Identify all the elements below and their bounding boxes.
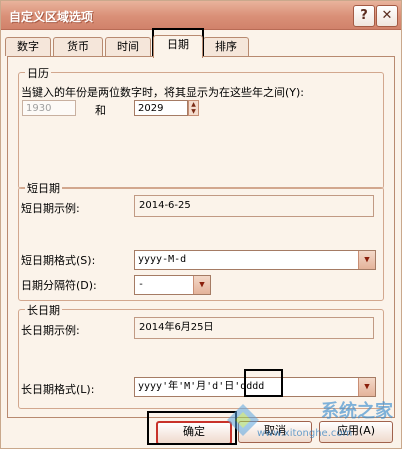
date-separator-select[interactable]: - ▼ [134,275,211,295]
regional-options-dialog: 自定义区域选项 ? ✕ 数字 货币 时间 日期 排序 日历 当键入的年份是两位数… [0,0,402,449]
tab-strip: 数字 货币 时间 日期 排序 [5,35,397,58]
long-date-format-label: 长日期格式(L): [21,383,95,396]
year-spinner[interactable]: ▲ ▼ [188,100,199,116]
watermark-brand: 系统之家 [321,401,393,422]
long-date-format-select[interactable]: yyyy'年'M'月'd'日'dddd ▼ [134,377,376,397]
help-icon[interactable]: ? [353,5,375,27]
title-bar: 自定义区域选项 ? ✕ [1,1,401,30]
short-date-group: 短日期 短日期示例: 2014-6-25 短日期格式(S): yyyy-M-d … [18,180,384,301]
long-date-sample-value: 2014年6月25日 [134,317,374,339]
and-label: 和 [95,104,106,117]
two-digit-year-label: 当键入的年份是两位数字时，将其显示为在这些年之间(Y): [21,86,305,99]
short-date-sample-label: 短日期示例: [21,202,80,215]
ok-button[interactable]: 确定 [156,421,232,445]
spin-down-icon[interactable]: ▼ [189,108,198,115]
long-date-format-value: yyyy'年'M'月'd'日'dddd [138,381,265,392]
tab-number[interactable]: 数字 [5,37,51,56]
tab-sort[interactable]: 排序 [203,37,249,56]
long-date-sample-label: 长日期示例: [21,324,80,337]
spin-up-icon[interactable]: ▲ [189,101,198,108]
window-title: 自定义区域选项 [9,10,94,24]
short-date-format-select[interactable]: yyyy-M-d ▼ [134,250,376,270]
date-tab-panel: 日历 当键入的年份是两位数字时，将其显示为在这些年之间(Y): 1930 和 2… [7,56,395,418]
long-date-group: 长日期 长日期示例: 2014年6月25日 长日期格式(L): yyyy'年'M… [18,302,384,409]
to-year-field[interactable]: 2029 [134,100,188,116]
chevron-down-icon[interactable]: ▼ [358,251,375,269]
tab-date[interactable]: 日期 [153,35,203,58]
calendar-legend: 日历 [25,65,51,81]
date-separator-value: - [138,279,145,290]
tab-currency[interactable]: 货币 [53,37,103,56]
chevron-down-icon[interactable]: ▼ [358,378,375,396]
chevron-down-icon[interactable]: ▼ [193,276,210,294]
short-date-format-value: yyyy-M-d [138,254,187,265]
short-date-legend: 短日期 [25,180,62,196]
from-year-field: 1930 [22,100,76,116]
tab-time[interactable]: 时间 [105,37,151,56]
short-date-format-label: 短日期格式(S): [21,254,96,267]
date-separator-label: 日期分隔符(D): [21,279,97,292]
short-date-sample-value: 2014-6-25 [134,195,374,217]
calendar-group: 日历 当键入的年份是两位数字时，将其显示为在这些年之间(Y): 1930 和 2… [18,65,384,189]
watermark-url: www.xitonghe.com [257,428,353,439]
long-date-legend: 长日期 [25,302,62,318]
close-icon[interactable]: ✕ [376,5,398,27]
